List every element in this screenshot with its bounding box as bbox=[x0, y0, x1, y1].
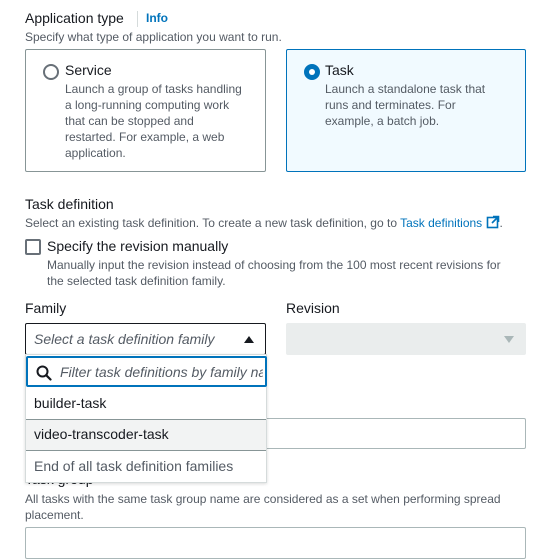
task-group-input[interactable] bbox=[25, 527, 526, 559]
family-select-placeholder: Select a task definition family bbox=[34, 331, 215, 347]
task-definitions-link[interactable]: Task definitions bbox=[400, 216, 482, 230]
family-option-builder-task[interactable]: builder-task bbox=[26, 395, 266, 419]
caret-up-icon bbox=[244, 336, 254, 343]
family-list-footer-label: End of all task definition families bbox=[34, 458, 234, 474]
revision-select bbox=[286, 323, 526, 355]
caret-down-icon bbox=[504, 336, 514, 343]
task-option-card[interactable]: Task Launch a standalone task that runs … bbox=[286, 49, 526, 172]
info-separator bbox=[137, 11, 138, 27]
external-link-icon[interactable] bbox=[486, 215, 500, 229]
task-radio[interactable] bbox=[304, 64, 320, 80]
task-description: Launch a standalone task that runs and t… bbox=[325, 82, 486, 128]
task-group-description: All tasks with the same task group name … bbox=[25, 492, 501, 522]
family-label: Family bbox=[25, 300, 67, 316]
family-filter-placeholder: Filter task definitions by family name bbox=[60, 364, 263, 380]
family-option-video-transcoder-task[interactable]: video-transcoder-task bbox=[26, 419, 266, 451]
revision-label: Revision bbox=[286, 300, 340, 316]
family-filter-input[interactable]: Filter task definitions by family name bbox=[26, 356, 267, 387]
specify-revision-label[interactable]: Specify the revision manually bbox=[47, 238, 228, 254]
family-select[interactable]: Select a task definition family bbox=[25, 323, 266, 355]
service-option-card[interactable]: Service Launch a group of tasks handling… bbox=[25, 49, 266, 172]
specify-revision-description: Manually input the revision instead of c… bbox=[47, 258, 501, 288]
info-link[interactable]: Info bbox=[146, 11, 168, 25]
family-option-label: video-transcoder-task bbox=[34, 426, 169, 442]
service-radio[interactable] bbox=[43, 64, 59, 80]
application-type-description: Specify what type of application you wan… bbox=[25, 30, 282, 44]
application-type-label: Application type bbox=[25, 10, 124, 26]
task-title: Task bbox=[325, 62, 354, 78]
task-definition-label: Task definition bbox=[25, 196, 114, 212]
search-icon bbox=[36, 365, 52, 381]
family-option-label: builder-task bbox=[34, 395, 107, 411]
task-definition-description: Select an existing task definition. To c… bbox=[25, 215, 503, 230]
family-dropdown: Filter task definitions by family name b… bbox=[25, 354, 267, 483]
service-description: Launch a group of tasks handling a long-… bbox=[65, 82, 242, 160]
service-title: Service bbox=[65, 62, 112, 78]
specify-revision-checkbox[interactable] bbox=[25, 239, 41, 255]
family-list-end-text: End of all task definition families bbox=[26, 458, 266, 480]
